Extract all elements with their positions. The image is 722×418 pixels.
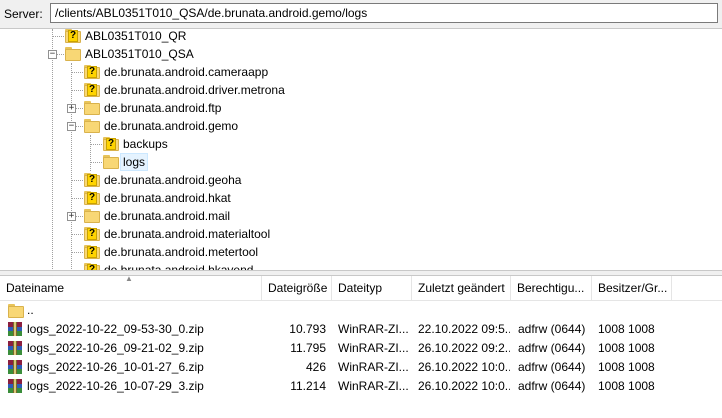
tree-node-geoha[interactable]: ? de.brunata.android.geoha <box>0 171 722 189</box>
tree-node-label: backups <box>123 137 168 151</box>
winrar-archive-icon <box>8 341 22 355</box>
sort-ascending-icon: ▲ <box>125 276 133 283</box>
column-header-label: Zuletzt geändert <box>418 281 505 295</box>
tree-node-label: ABL0351T010_QSA <box>85 47 194 61</box>
folder-icon <box>65 47 81 61</box>
folder-icon <box>8 304 24 318</box>
file-permissions: adfrw (0644) <box>518 360 586 374</box>
collapse-icon[interactable]: − <box>48 50 57 59</box>
file-row[interactable]: logs_2022-10-26_10-07-29_3.zip 11.214 Wi… <box>0 377 722 396</box>
folder-icon <box>84 101 100 115</box>
column-header-owner[interactable]: Besitzer/Gr... <box>592 276 672 300</box>
column-header-permissions[interactable]: Berechtigu... <box>511 276 592 300</box>
unknown-folder-icon: ? <box>84 83 100 97</box>
tree-node-materialtool[interactable]: ? de.brunata.android.materialtool <box>0 225 722 243</box>
winrar-archive-icon <box>8 379 22 393</box>
file-permissions: adfrw (0644) <box>518 379 586 393</box>
unknown-folder-icon: ? <box>84 227 100 241</box>
file-type: WinRAR-ZI... <box>338 341 409 355</box>
column-header-type[interactable]: Dateityp <box>332 276 412 300</box>
tree-node-label: de.brunata.android.materialtool <box>104 227 271 241</box>
remote-file-list: Dateiname ▲ Dateigröße Dateityp Zuletzt … <box>0 276 722 418</box>
collapse-icon[interactable]: − <box>67 122 76 131</box>
column-header-size[interactable]: Dateigröße <box>262 276 332 300</box>
file-type: WinRAR-ZI... <box>338 322 409 336</box>
remote-directory-tree: ? ABL0351T010_QR − ABL0351T010_QSA ? de.… <box>0 28 722 271</box>
column-header-label: Berechtigu... <box>517 281 585 295</box>
column-header-label: Besitzer/Gr... <box>598 281 668 295</box>
tree-node-label: de.brunata.android.metertool <box>104 245 259 259</box>
expand-icon[interactable]: + <box>67 104 76 113</box>
tree-node-label: de.brunata.android.geoha <box>104 173 242 187</box>
file-modified: 26.10.2022 10:0... <box>418 379 510 393</box>
expand-icon[interactable]: + <box>67 212 76 221</box>
tree-node-label: logs <box>120 153 149 171</box>
column-header-label: Dateigröße <box>268 281 328 295</box>
winrar-archive-icon <box>8 360 22 374</box>
column-header-label: Dateityp <box>338 281 383 295</box>
tree-node-driver-metrona[interactable]: ? de.brunata.android.driver.metrona <box>0 81 722 99</box>
winrar-archive-icon <box>8 322 22 336</box>
file-size: 11.214 <box>290 379 326 393</box>
file-modified: 26.10.2022 10:0... <box>418 360 510 374</box>
server-path-bar: Server: /clients/ABL0351T010_QSA/de.brun… <box>0 0 722 28</box>
file-row[interactable]: logs_2022-10-26_10-01-27_6.zip 426 WinRA… <box>0 358 722 377</box>
file-name: logs_2022-10-26_09-21-02_9.zip <box>27 341 204 355</box>
file-list-header: Dateiname ▲ Dateigröße Dateityp Zuletzt … <box>0 276 722 301</box>
file-row[interactable]: logs_2022-10-22_09-53-30_0.zip 10.793 Wi… <box>0 320 722 339</box>
tree-node-abl0351t010-qsa[interactable]: − ABL0351T010_QSA <box>0 45 722 63</box>
tree-node-label: ABL0351T010_QR <box>85 29 187 43</box>
folder-icon <box>84 209 100 223</box>
tree-node-ftp[interactable]: + de.brunata.android.ftp <box>0 99 722 117</box>
server-path-input[interactable]: /clients/ABL0351T010_QSA/de.brunata.andr… <box>50 3 718 23</box>
file-size: 11.795 <box>290 341 326 355</box>
file-type: WinRAR-ZI... <box>338 360 409 374</box>
folder-icon <box>84 119 100 133</box>
file-permissions: adfrw (0644) <box>518 322 586 336</box>
tree-node-gemo[interactable]: − de.brunata.android.gemo <box>0 117 722 135</box>
file-row[interactable]: logs_2022-10-26_09-21-02_9.zip 11.795 Wi… <box>0 339 722 358</box>
server-label: Server: <box>4 7 43 21</box>
file-type: WinRAR-ZI... <box>338 379 409 393</box>
file-name: logs_2022-10-26_10-07-29_3.zip <box>27 379 204 393</box>
file-name: .. <box>27 303 34 317</box>
file-modified: 26.10.2022 09:2... <box>418 341 510 355</box>
file-size: 10.793 <box>289 322 326 336</box>
unknown-folder-icon: ? <box>84 65 100 79</box>
column-header-label: Dateiname <box>6 281 65 295</box>
tree-node-backups[interactable]: ? backups <box>0 135 722 153</box>
tree-node-label: de.brunata.android.gemo <box>104 119 239 133</box>
unknown-folder-icon: ? <box>84 245 100 259</box>
file-name: logs_2022-10-22_09-53-30_0.zip <box>27 322 204 336</box>
column-header-modified[interactable]: Zuletzt geändert <box>412 276 511 300</box>
tree-node-cameraapp[interactable]: ? de.brunata.android.cameraapp <box>0 63 722 81</box>
tree-node-logs[interactable]: logs <box>0 153 722 171</box>
tree-node-label: de.brunata.android.mail <box>104 209 231 223</box>
folder-icon <box>103 155 119 169</box>
file-owner: 1008 1008 <box>598 341 655 355</box>
tree-node-label: de.brunata.android.driver.metrona <box>104 83 285 97</box>
file-size: 426 <box>305 360 326 374</box>
tree-node-mail[interactable]: + de.brunata.android.mail <box>0 207 722 225</box>
tree-node-abl0351t010-qr[interactable]: ? ABL0351T010_QR <box>0 29 722 45</box>
file-permissions: adfrw (0644) <box>518 341 586 355</box>
file-owner: 1008 1008 <box>598 360 655 374</box>
tree-node-label: de.brunata.android.cameraapp <box>104 65 269 79</box>
unknown-folder-icon: ? <box>103 137 119 151</box>
file-row-parent[interactable]: .. <box>0 301 722 320</box>
tree-node-metertool[interactable]: ? de.brunata.android.metertool <box>0 243 722 261</box>
tree-node-label: de.brunata.android.ftp <box>104 101 222 115</box>
unknown-folder-icon: ? <box>84 191 100 205</box>
file-name: logs_2022-10-26_10-01-27_6.zip <box>27 360 204 374</box>
file-owner: 1008 1008 <box>598 379 655 393</box>
unknown-folder-icon: ? <box>84 173 100 187</box>
file-owner: 1008 1008 <box>598 322 655 336</box>
tree-node-label: de.brunata.android.hkat <box>104 191 231 205</box>
tree-node-hkat[interactable]: ? de.brunata.android.hkat <box>0 189 722 207</box>
unknown-folder-icon: ? <box>65 29 81 43</box>
file-modified: 22.10.2022 09:5... <box>418 322 510 336</box>
